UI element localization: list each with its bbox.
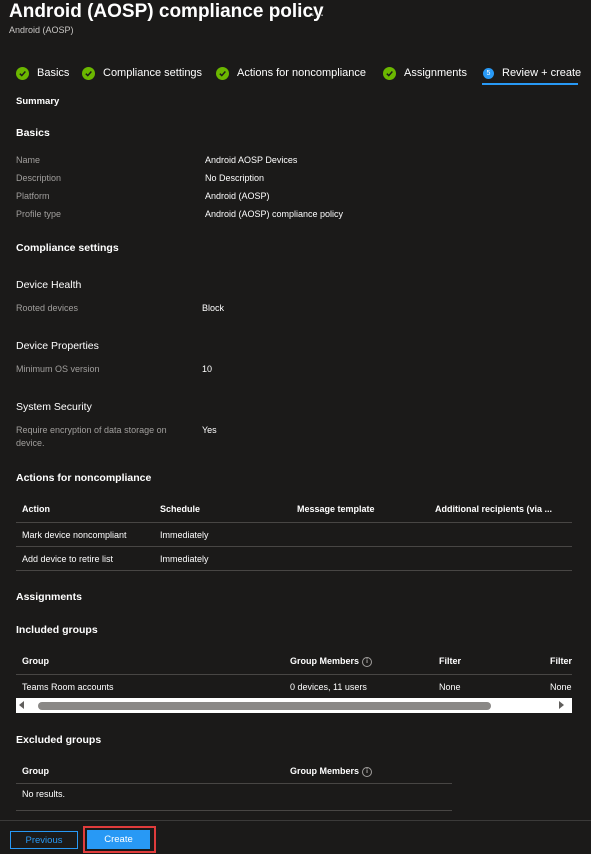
encryption-label-line1: Require encryption of data storage on [16,425,167,435]
column-header-schedule[interactable]: Schedule [160,504,200,514]
compliance-settings-heading: Compliance settings [16,242,119,254]
table-divider [16,546,572,547]
tab-actions-for-noncompliance[interactable]: Actions for noncompliance [216,65,366,81]
tab-label: Review + create [502,67,582,79]
checkmark-icon [16,66,29,80]
included-groups-heading: Included groups [16,624,98,636]
tab-basics[interactable]: Basics [16,65,69,81]
encryption-value: Yes [202,425,217,435]
tab-compliance-settings[interactable]: Compliance settings [82,65,202,81]
tab-label: Actions for noncompliance [237,67,367,79]
horizontal-scrollbar[interactable] [16,698,572,713]
scroll-left-icon[interactable] [19,701,24,709]
checkmark-icon [383,66,396,80]
schedule-cell: Immediately [160,530,209,540]
tab-label: Assignments [404,67,467,79]
create-button[interactable]: Create [87,830,150,849]
column-header-filter-2[interactable]: Filter [550,656,572,666]
more-options-icon[interactable]: ... [311,4,325,19]
table-divider [16,674,572,675]
description-value: No Description [205,173,265,183]
table-divider [16,570,572,571]
column-header-message-template[interactable]: Message template [297,504,375,514]
table-divider [16,783,452,784]
tab-label: Compliance settings [103,67,203,79]
basics-heading: Basics [16,127,50,139]
platform-value: Android (AOSP) [205,191,270,201]
assignments-heading: Assignments [16,591,82,603]
column-header-additional-recipients[interactable]: Additional recipients (via ... [435,504,552,514]
column-header-group-members[interactable]: Group Members i [290,656,373,667]
step-number-icon: 5 [483,67,494,79]
system-security-heading: System Security [16,401,92,413]
info-icon[interactable]: i [362,766,373,777]
active-tab-indicator [482,83,578,85]
table-divider [16,810,452,811]
device-health-heading: Device Health [16,279,82,291]
excluded-groups-heading: Excluded groups [16,734,102,746]
scroll-right-icon[interactable] [559,701,564,709]
column-header-group-members[interactable]: Group Members i [290,766,373,777]
column-header-action[interactable]: Action [22,504,50,514]
rooted-devices-value: Block [202,303,225,313]
filter-cell: None [439,682,461,692]
device-properties-heading: Device Properties [16,340,99,352]
name-label: Name [16,155,41,165]
name-value: Android AOSP Devices [205,155,298,165]
scrollbar-thumb[interactable] [38,702,491,710]
schedule-cell: Immediately [160,554,209,564]
group-cell: Teams Room accounts [22,682,114,692]
column-header-group[interactable]: Group [22,766,49,776]
description-label: Description [16,173,62,183]
info-icon[interactable]: i [362,656,373,667]
checkmark-icon [82,66,95,80]
column-header-group[interactable]: Group [22,656,49,666]
page-subtitle: Android (AOSP) [9,25,74,35]
actions-heading: Actions for noncompliance [16,472,152,484]
empty-results-text: No results. [22,789,66,799]
encryption-label-line2: device. [16,438,45,448]
tab-assignments[interactable]: Assignments [383,65,467,81]
min-os-version-label: Minimum OS version [16,364,100,374]
tab-review-create[interactable]: 5 Review + create [483,65,581,81]
table-divider [16,522,572,523]
checkmark-icon [216,66,229,80]
summary-heading: Summary [16,96,60,107]
profile-type-label: Profile type [16,209,62,219]
column-header-filter[interactable]: Filter [439,656,461,666]
group-members-cell: 0 devices, 11 users [290,682,367,692]
footer-divider [0,820,591,821]
column-header-label: Group Members [290,656,360,666]
profile-type-value: Android (AOSP) compliance policy [205,209,344,219]
min-os-version-value: 10 [202,364,213,374]
filter-cell-2: None [550,682,572,692]
page-title: Android (AOSP) compliance policy [9,1,324,22]
action-cell: Add device to retire list [22,554,114,564]
tab-label: Basics [37,67,70,79]
rooted-devices-label: Rooted devices [16,303,79,313]
action-cell: Mark device noncompliant [22,530,127,540]
platform-label: Platform [16,191,50,201]
previous-button[interactable]: Previous [10,831,78,849]
column-header-label: Group Members [290,766,360,776]
